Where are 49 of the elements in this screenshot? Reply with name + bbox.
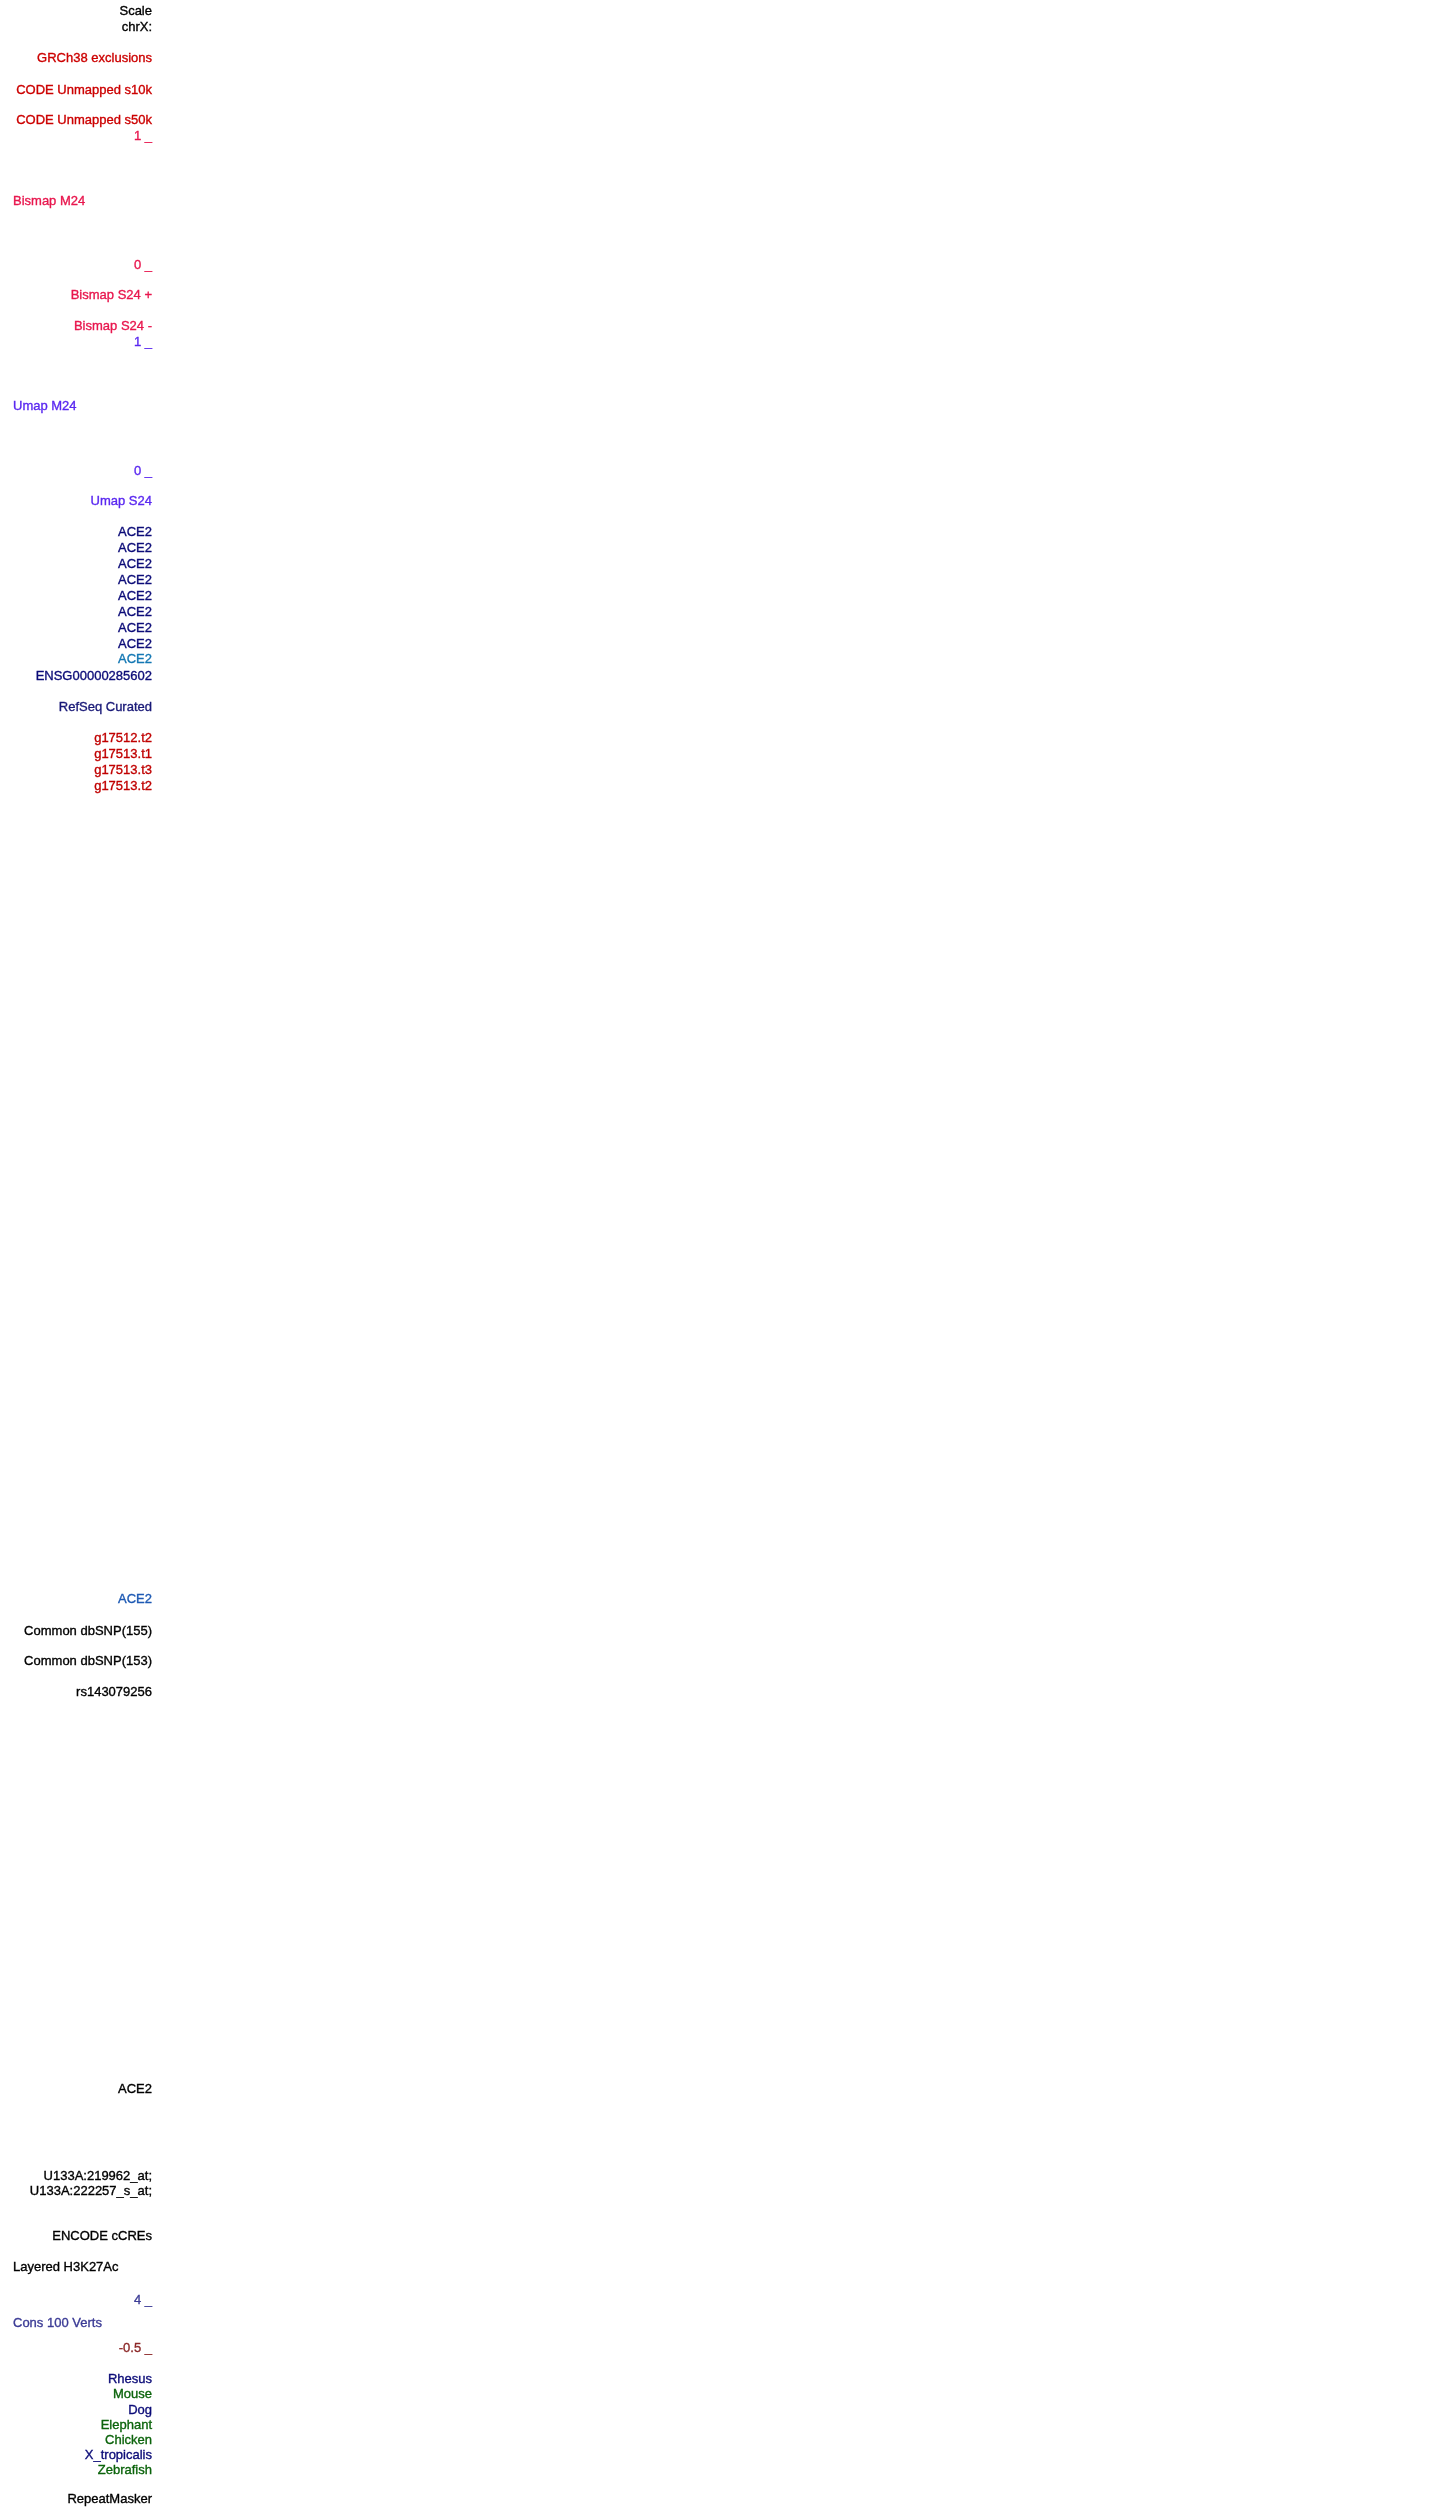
track-label: CODE Unmapped s50k bbox=[16, 112, 152, 127]
feature-label: ACE2 bbox=[118, 588, 152, 603]
feature-label: ACE2 bbox=[118, 540, 152, 555]
feature-label: ACE2 bbox=[118, 620, 152, 635]
track-title: Cons 100 Verts bbox=[13, 2315, 102, 2330]
axis-tick-label: 1 _ bbox=[133, 334, 152, 349]
species-label: Dog bbox=[128, 2401, 152, 2417]
axis-tick-label: 4 _ bbox=[133, 2292, 152, 2307]
track-title: Bismap M24 bbox=[13, 192, 86, 208]
feature-label: g17513.t2 bbox=[94, 778, 152, 793]
feature-label: ACE2 bbox=[118, 636, 152, 651]
track-label: Common dbSNP(153) bbox=[24, 1652, 152, 1668]
feature-label: U133A:222257_s_at; bbox=[29, 2182, 152, 2198]
species-label: Rhesus bbox=[107, 2371, 152, 2386]
track-label: Common dbSNP(155) bbox=[24, 1622, 152, 1638]
track-label: RepeatMasker bbox=[67, 2491, 152, 2506]
species-label: Chicken bbox=[105, 2431, 152, 2447]
track-label: GRCh38 exclusions bbox=[37, 50, 152, 65]
feature-label: ACE2 bbox=[118, 1591, 152, 1606]
species-label: Mouse bbox=[112, 2386, 152, 2401]
species-label: Zebrafish bbox=[97, 2461, 152, 2477]
track-label: Bismap S24 - bbox=[73, 317, 152, 333]
feature-label: ACE2 bbox=[118, 572, 152, 587]
axis-tick-label: -0.5 _ bbox=[118, 2340, 152, 2355]
track-label: CODE Unmapped s10k bbox=[16, 82, 152, 97]
species-label: X_tropicalis bbox=[84, 2446, 152, 2462]
feature-label: ENSG00000285602 bbox=[35, 668, 152, 683]
track-title: Layered H3K27Ac bbox=[13, 2259, 119, 2274]
feature-label: g17512.t2 bbox=[94, 730, 152, 745]
ruler-label: chrX: bbox=[121, 19, 152, 34]
axis-tick-label: 0 _ bbox=[133, 462, 152, 478]
ruler-label: Scale bbox=[119, 3, 152, 18]
feature-label: ACE2 bbox=[118, 524, 152, 539]
track-label: RefSeq Curated bbox=[58, 698, 152, 714]
feature-label: ACE2 bbox=[118, 604, 152, 619]
feature-label: ACE2 bbox=[118, 2081, 152, 2096]
feature-label: ACE2 bbox=[118, 556, 152, 571]
axis-tick-label: 0 _ bbox=[133, 256, 152, 272]
track-title: Umap M24 bbox=[13, 397, 77, 413]
track-label: Bismap S24 + bbox=[70, 286, 152, 302]
axis-tick-label: 1 _ bbox=[133, 128, 152, 143]
feature-label: U133A:219962_at; bbox=[43, 2167, 152, 2183]
track-label: ENCODE cCREs bbox=[52, 2227, 152, 2243]
track-label: Umap S24 bbox=[90, 492, 152, 508]
feature-label: g17513.t1 bbox=[94, 746, 152, 761]
feature-label: rs143079256 bbox=[76, 1683, 152, 1699]
feature-label: ACE2 bbox=[118, 651, 152, 666]
species-label: Elephant bbox=[100, 2416, 152, 2432]
feature-label: g17513.t3 bbox=[94, 762, 152, 777]
